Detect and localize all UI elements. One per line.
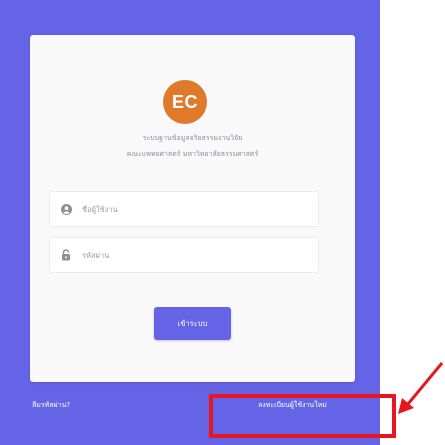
- ec-logo: EC: [163, 80, 207, 124]
- username-input[interactable]: [82, 204, 302, 214]
- password-input[interactable]: [82, 250, 302, 260]
- user-circle-icon: [60, 203, 72, 215]
- password-field[interactable]: [49, 237, 319, 273]
- username-field[interactable]: [49, 191, 319, 227]
- forgot-password-link[interactable]: ลืมรหัสผ่าน?: [32, 400, 70, 411]
- logo-text: EC: [171, 91, 198, 112]
- arrow-icon: [398, 362, 444, 414]
- register-highlight-box: [209, 394, 396, 438]
- system-title: ระบบฐานข้อมูลจริยธรรมงานวิจัย: [142, 134, 243, 142]
- login-button[interactable]: เข้าระบบ: [154, 307, 231, 340]
- faculty-title: คณะแพทยศาสตร์ มหาวิทยาลัยธรรมศาสตร์: [126, 150, 259, 158]
- lock-icon: [60, 249, 72, 261]
